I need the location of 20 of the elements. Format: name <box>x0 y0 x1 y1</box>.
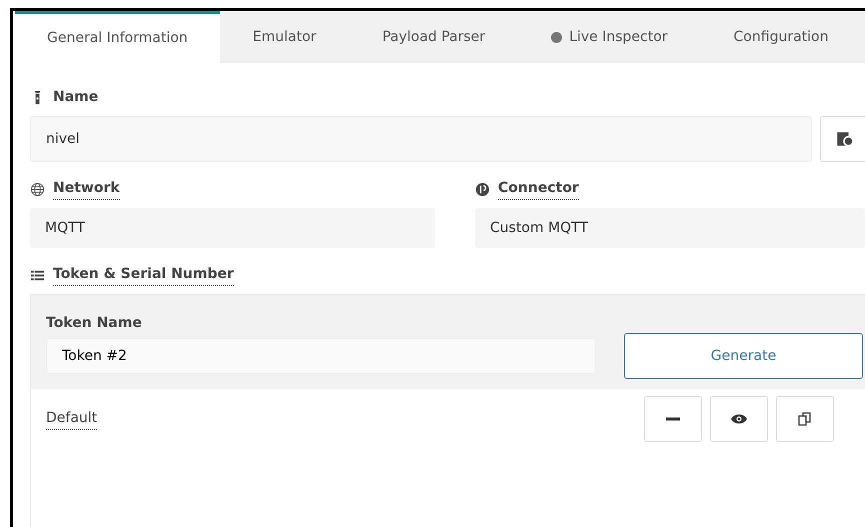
tab[interactable]: General Information <box>15 11 220 63</box>
copy-button[interactable] <box>776 396 834 442</box>
network-field[interactable]: MQTT <box>30 208 435 248</box>
view-button[interactable] <box>710 396 768 442</box>
device-button[interactable] <box>820 116 865 162</box>
generate-button[interactable]: Generate <box>624 333 863 379</box>
name-label: Name <box>53 88 98 107</box>
globe-icon <box>30 182 45 196</box>
token-link[interactable]: Default <box>46 408 98 430</box>
connector-icon <box>475 182 490 196</box>
copy-icon <box>797 411 813 427</box>
eye-icon <box>730 413 748 425</box>
token-name-field[interactable]: Token #2 <box>46 338 596 374</box>
network-label: Network <box>53 178 120 200</box>
connector-field[interactable]: Custom MQTT <box>475 208 865 248</box>
device-icon <box>835 130 853 148</box>
connector-label: Connector <box>498 178 579 200</box>
token-name-label: Token Name <box>46 314 143 333</box>
section-label: Token & Serial Number <box>53 264 234 286</box>
name-field[interactable]: nivel <box>30 116 812 162</box>
